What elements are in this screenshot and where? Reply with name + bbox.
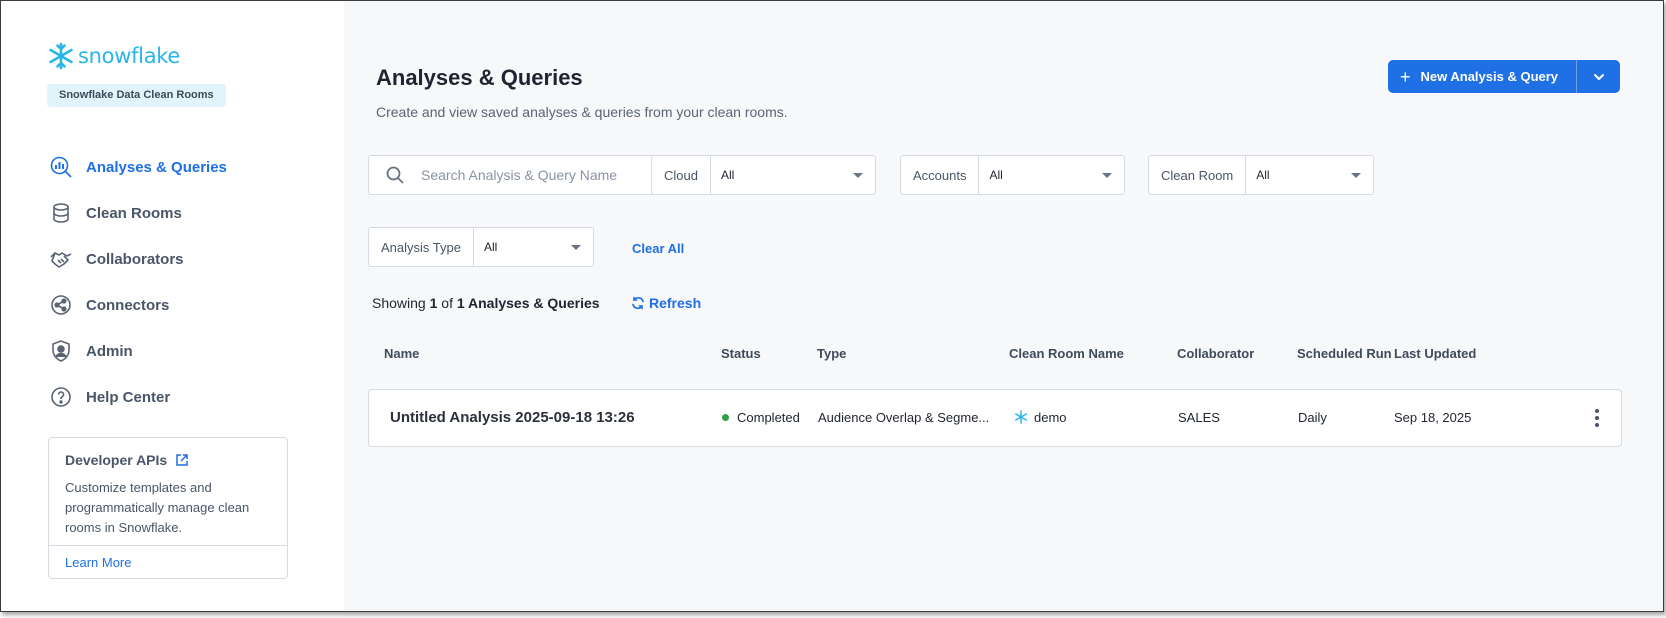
showing-prefix: Showing — [372, 295, 426, 311]
sidebar-nav: Analyses & Queries Clean Rooms Collabora… — [1, 144, 344, 420]
main-content: Analyses & Queries Create and view saved… — [344, 1, 1663, 611]
accounts-filter-select[interactable]: All — [979, 156, 1124, 194]
app-window: snowflake Snowflake Data Clean Rooms Ana… — [0, 0, 1664, 612]
sidebar-item-label: Connectors — [86, 296, 170, 314]
column-header-clean-room[interactable]: Clean Room Name — [1009, 346, 1124, 361]
refresh-button[interactable]: Refresh — [631, 295, 701, 311]
dropdown-arrow-icon — [853, 172, 863, 178]
kebab-dot — [1595, 423, 1599, 427]
learn-more-link[interactable]: Learn More — [65, 555, 131, 570]
new-analysis-button[interactable]: + New Analysis & Query — [1388, 60, 1576, 93]
analysis-type-filter-select[interactable]: All — [474, 228, 593, 266]
developer-apis-card: Developer APIs Customize templates and p… — [48, 437, 288, 579]
results-count: Showing 1 of 1 Analyses & Queries — [372, 295, 600, 311]
type-cell: Audience Overlap & Segme... — [818, 410, 990, 425]
column-header-last-updated[interactable]: Last Updated — [1394, 346, 1476, 361]
developer-apis-description: Customize templates and programmatically… — [65, 480, 250, 535]
column-header-scheduled-run[interactable]: Scheduled Run — [1297, 346, 1392, 361]
column-header-collaborator[interactable]: Collaborator — [1177, 346, 1254, 361]
dropdown-arrow-icon — [1102, 172, 1112, 178]
new-analysis-button-label: New Analysis & Query — [1420, 69, 1559, 84]
sidebar-item-help-center[interactable]: Help Center — [1, 374, 344, 420]
snowflake-logo[interactable]: snowflake — [46, 41, 180, 71]
column-header-type[interactable]: Type — [817, 346, 846, 361]
sidebar-item-clean-rooms[interactable]: Clean Rooms — [1, 190, 344, 236]
dropdown-arrow-icon — [1351, 172, 1361, 178]
sidebar-item-analyses[interactable]: Analyses & Queries — [1, 144, 344, 190]
analysis-type-filter: Analysis Type All — [368, 227, 594, 267]
snowflake-logo-icon — [49, 42, 73, 70]
developer-apis-title[interactable]: Developer APIs — [65, 452, 189, 468]
collaborator-cell: SALES — [1178, 410, 1220, 425]
connectors-icon — [49, 293, 73, 317]
analysis-type-filter-value: All — [483, 240, 498, 254]
status-text: Completed — [737, 410, 800, 425]
analyses-icon — [49, 155, 73, 179]
kebab-dot — [1595, 409, 1599, 413]
new-analysis-dropdown-toggle[interactable] — [1577, 60, 1620, 93]
plus-icon: + — [1400, 66, 1411, 87]
last-updated-cell: Sep 18, 2025 — [1394, 410, 1472, 425]
cloud-filter: Cloud All — [651, 155, 876, 195]
sidebar-item-collaborators[interactable]: Collaborators — [1, 236, 344, 282]
database-icon — [49, 201, 73, 225]
logo-wordmark: snowflake — [78, 44, 181, 68]
table-row[interactable]: Untitled Analysis 2025-09-18 13:26 Compl… — [368, 389, 1622, 447]
sidebar-item-label: Admin — [86, 342, 133, 360]
more-options-icon[interactable] — [1594, 409, 1600, 427]
analysis-name[interactable]: Untitled Analysis 2025-09-18 13:26 — [390, 409, 635, 426]
sidebar-item-label: Help Center — [86, 388, 171, 406]
chevron-down-icon — [1593, 73, 1604, 80]
accounts-filter-label: Accounts — [901, 156, 980, 194]
page-subtitle: Create and view saved analyses & queries… — [376, 104, 788, 120]
clean-room-filter-value: All — [1256, 168, 1270, 182]
clean-room-filter-label: Clean Room — [1149, 156, 1247, 194]
snowflake-icon — [1015, 410, 1027, 424]
divider — [49, 545, 287, 546]
search-icon — [386, 166, 404, 184]
column-header-name[interactable]: Name — [384, 346, 419, 361]
scheduled-run-cell: Daily — [1298, 410, 1327, 425]
sidebar-item-label: Clean Rooms — [86, 204, 182, 222]
new-analysis-split-button: + New Analysis & Query — [1388, 60, 1620, 93]
status-dot — [722, 414, 729, 421]
sidebar-item-label: Collaborators — [86, 250, 184, 268]
product-badge: Snowflake Data Clean Rooms — [47, 84, 226, 107]
clean-room-cell: demo — [1014, 410, 1067, 425]
clean-room-filter-select[interactable]: All — [1246, 156, 1373, 194]
refresh-icon — [632, 296, 644, 310]
clear-all-button[interactable]: Clear All — [632, 241, 684, 256]
analysis-type-filter-label: Analysis Type — [369, 228, 474, 266]
sidebar-item-connectors[interactable]: Connectors — [1, 282, 344, 328]
dropdown-arrow-icon — [571, 244, 581, 250]
accounts-filter-value: All — [989, 168, 1003, 182]
page-title: Analyses & Queries — [376, 65, 583, 90]
status-cell: Completed — [722, 410, 800, 425]
admin-shield-icon — [49, 339, 73, 363]
total-count: 1 Analyses & Queries — [456, 295, 600, 311]
sidebar-item-admin[interactable]: Admin — [1, 328, 344, 374]
search-box — [368, 155, 668, 195]
of-text: of — [441, 295, 453, 311]
accounts-filter: Accounts All — [900, 155, 1125, 195]
handshake-icon — [49, 247, 73, 271]
shown-count: 1 — [429, 295, 438, 311]
sidebar: snowflake Snowflake Data Clean Rooms Ana… — [1, 1, 344, 611]
cloud-filter-label: Cloud — [652, 156, 711, 194]
external-link-icon — [176, 454, 188, 466]
kebab-dot — [1595, 416, 1599, 420]
cloud-filter-value: All — [720, 168, 735, 182]
sidebar-item-label: Analyses & Queries — [86, 158, 227, 176]
clean-room-name: demo — [1034, 410, 1067, 425]
refresh-label: Refresh — [649, 295, 702, 311]
developer-apis-title-text: Developer APIs — [65, 452, 168, 468]
help-icon — [49, 385, 73, 409]
clean-room-filter: Clean Room All — [1148, 155, 1374, 195]
search-input[interactable] — [421, 167, 651, 183]
cloud-filter-select[interactable]: All — [711, 156, 875, 194]
column-header-status[interactable]: Status — [721, 346, 761, 361]
